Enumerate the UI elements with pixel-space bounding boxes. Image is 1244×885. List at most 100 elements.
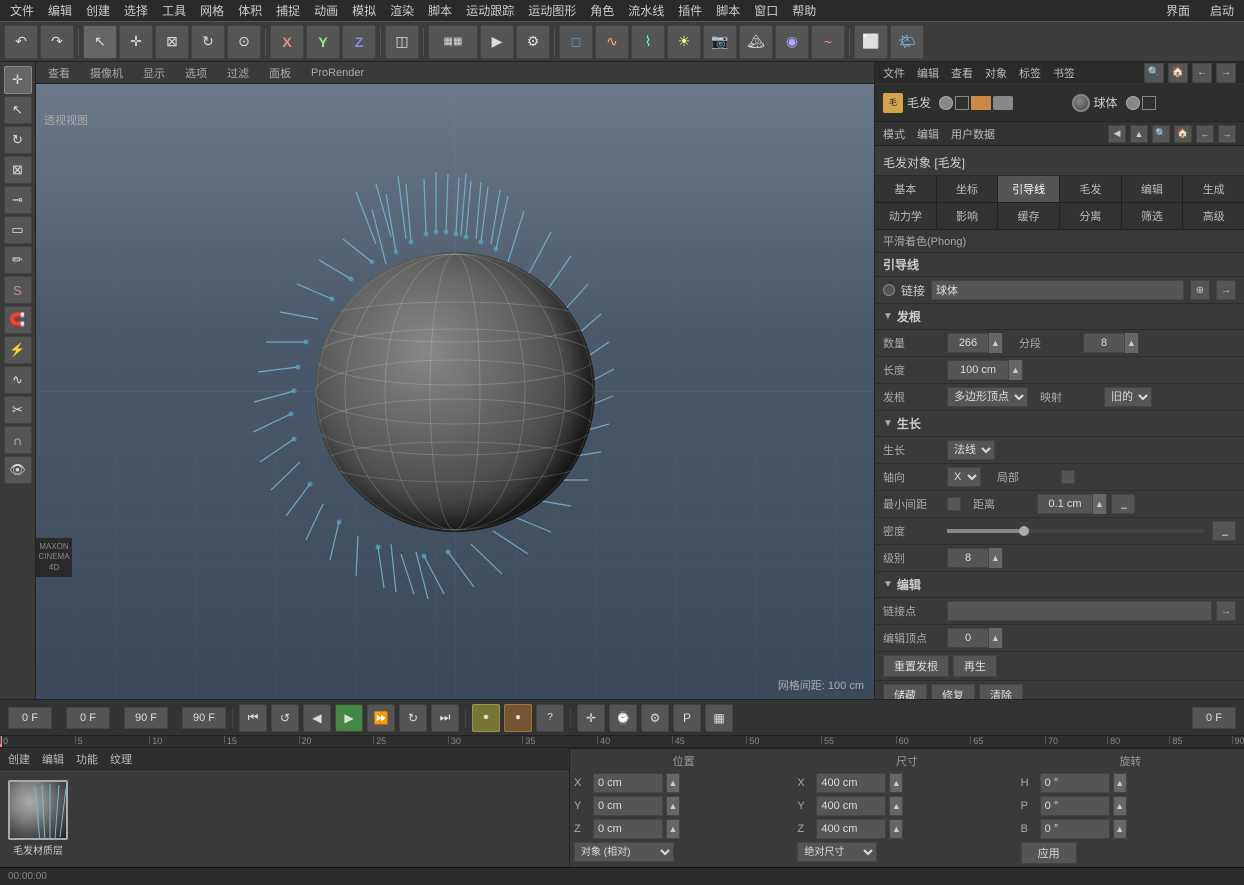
attr-nav-up[interactable]: ▲ [1130, 125, 1148, 143]
select-tool-button[interactable]: ↖ [83, 25, 117, 59]
nurbs-button[interactable]: ∿ [595, 25, 629, 59]
distance-input[interactable] [1038, 498, 1092, 510]
apply-btn[interactable]: 应用 [1021, 842, 1077, 864]
tab-influence[interactable]: 影响 [937, 203, 999, 229]
size-z-input[interactable] [816, 819, 886, 839]
density-dots-btn[interactable]: ... [1212, 521, 1236, 541]
menu-window[interactable]: 窗口 [748, 0, 784, 21]
total-frame-input[interactable] [1192, 707, 1236, 729]
seg-up-btn[interactable]: ▲ [1124, 333, 1138, 353]
size-x-input[interactable] [816, 773, 886, 793]
length-up-btn[interactable]: ▲ [1008, 360, 1022, 380]
rt-view[interactable]: 查看 [951, 65, 973, 81]
sphere-render-dot[interactable] [1142, 96, 1156, 110]
attr-nav-fwd2[interactable]: → [1218, 125, 1236, 143]
material-button[interactable]: ◉ [775, 25, 809, 59]
left-scale-btn[interactable]: ⊠ [4, 156, 32, 184]
reset-btn[interactable]: 重置发根 [883, 655, 949, 677]
tab-hair[interactable]: 毛发 [1060, 176, 1122, 202]
pos-y-spin[interactable]: ▲ [666, 796, 680, 816]
tab-cache[interactable]: 缓存 [998, 203, 1060, 229]
tp-puppet-btn[interactable]: P [673, 704, 701, 732]
level-spinner[interactable]: ▲ [947, 548, 1003, 568]
menu-character[interactable]: 角色 [584, 0, 620, 21]
menu-tools[interactable]: 工具 [156, 0, 192, 21]
tab-advanced[interactable]: 高级 [1183, 203, 1244, 229]
tp-play-rev-btn[interactable]: ◀ [303, 704, 331, 732]
undo-button[interactable]: ↶ [4, 25, 38, 59]
menu-launch[interactable]: 启动 [1204, 0, 1240, 21]
seg-input[interactable] [1084, 337, 1124, 349]
axis-z-button[interactable]: Z [342, 25, 376, 59]
pos-z-input[interactable] [593, 819, 663, 839]
deformer-button[interactable]: ⌇ [631, 25, 665, 59]
length-input[interactable] [948, 364, 1008, 376]
cube-button[interactable]: □ [559, 25, 593, 59]
vp-tab-panel[interactable]: 面板 [265, 63, 295, 83]
vp-tab-options[interactable]: 选项 [181, 63, 211, 83]
link-point-arrow-btn[interactable]: → [1216, 601, 1236, 621]
menu-file[interactable]: 文件 [4, 0, 40, 21]
tp-play-btn[interactable]: ▶ [335, 704, 363, 732]
tab-guide[interactable]: 引导线 [998, 176, 1060, 202]
guide-link-tag-btn[interactable]: ⊕ [1190, 280, 1210, 300]
menu-create[interactable]: 创建 [80, 0, 116, 21]
tab-coord[interactable]: 坐标 [937, 176, 999, 202]
tp-record-btn[interactable]: ⏺ [472, 704, 500, 732]
coord-mode-select[interactable]: 对象 (相对) [574, 842, 674, 862]
clear-btn[interactable]: 清除 [979, 684, 1023, 699]
left-select-btn[interactable]: ↖ [4, 96, 32, 124]
direction-select[interactable]: X [947, 467, 981, 487]
menu-help[interactable]: 帮助 [786, 0, 822, 21]
fur-tag2-icon[interactable] [993, 96, 1013, 110]
tp-grid-btn[interactable]: ▦ [705, 704, 733, 732]
left-magnet-btn[interactable]: 🧲 [4, 306, 32, 334]
mapping-select[interactable]: 旧的 [1104, 387, 1152, 407]
pos-z-spin[interactable]: ▲ [666, 819, 680, 839]
rt-tag[interactable]: 标签 [1019, 65, 1041, 81]
tp-to-end-btn[interactable]: ⏭ [431, 704, 459, 732]
timeline-bar[interactable]: 0 5 10 15 20 25 30 35 40 45 50 55 60 65 … [0, 735, 1244, 747]
attr-edit-tab[interactable]: 编辑 [917, 126, 939, 142]
rt-home-icon[interactable]: 🏠 [1168, 63, 1188, 83]
tab-generate[interactable]: 生成 [1183, 176, 1244, 202]
edit-vertex-input[interactable] [948, 632, 988, 644]
redo-button[interactable]: ↷ [40, 25, 74, 59]
root-select[interactable]: 多边形顶点 [947, 387, 1028, 407]
menu-select[interactable]: 选择 [118, 0, 154, 21]
left-knife-btn[interactable]: ✂ [4, 396, 32, 424]
scene-button[interactable]: 🏔 [739, 25, 773, 59]
edit-vertex-spinner[interactable]: ▲ [947, 628, 1003, 648]
rot-h-input[interactable] [1040, 773, 1110, 793]
render-region-button[interactable]: ▦▦ [428, 25, 478, 59]
move-tool-button[interactable]: ✛ [119, 25, 153, 59]
mat-tab-func[interactable]: 功能 [76, 751, 98, 767]
size-y-spin[interactable]: ▲ [889, 796, 903, 816]
count-input[interactable] [948, 337, 988, 349]
menu-pipeline[interactable]: 流水线 [622, 0, 670, 21]
left-sculpt-btn[interactable]: S [4, 276, 32, 304]
menu-render[interactable]: 渲染 [384, 0, 420, 21]
attr-mode-tab[interactable]: 模式 [883, 126, 905, 142]
repair-btn[interactable]: 修复 [931, 684, 975, 699]
menu-mesh[interactable]: 网格 [194, 0, 230, 21]
start-frame-input[interactable] [66, 707, 110, 729]
rt-bookmark[interactable]: 书签 [1053, 65, 1075, 81]
fur-tag-icon[interactable] [971, 96, 991, 110]
rt-nav-fwd[interactable]: → [1216, 63, 1236, 83]
spline-button[interactable]: ~ [811, 25, 845, 59]
tp-to-start-btn[interactable]: ⏮ [239, 704, 267, 732]
left-mirror-btn[interactable]: ⚡ [4, 336, 32, 364]
rot-p-spin[interactable]: ▲ [1113, 796, 1127, 816]
tp-motion-btn[interactable]: ⚙ [641, 704, 669, 732]
vp-tab-view[interactable]: 查看 [44, 63, 74, 83]
rot-p-input[interactable] [1040, 796, 1110, 816]
vp-tab-prorender[interactable]: ProRender [307, 65, 368, 81]
tp-prev-frame-btn[interactable]: ↺ [271, 704, 299, 732]
level-input[interactable] [948, 552, 988, 564]
pos-x-input[interactable] [593, 773, 663, 793]
menu-volume[interactable]: 体积 [232, 0, 268, 21]
axis-x-button[interactable]: X [270, 25, 304, 59]
edit-section[interactable]: ▼ 编辑 [875, 572, 1244, 598]
vp-tab-camera[interactable]: 摄像机 [86, 63, 127, 83]
